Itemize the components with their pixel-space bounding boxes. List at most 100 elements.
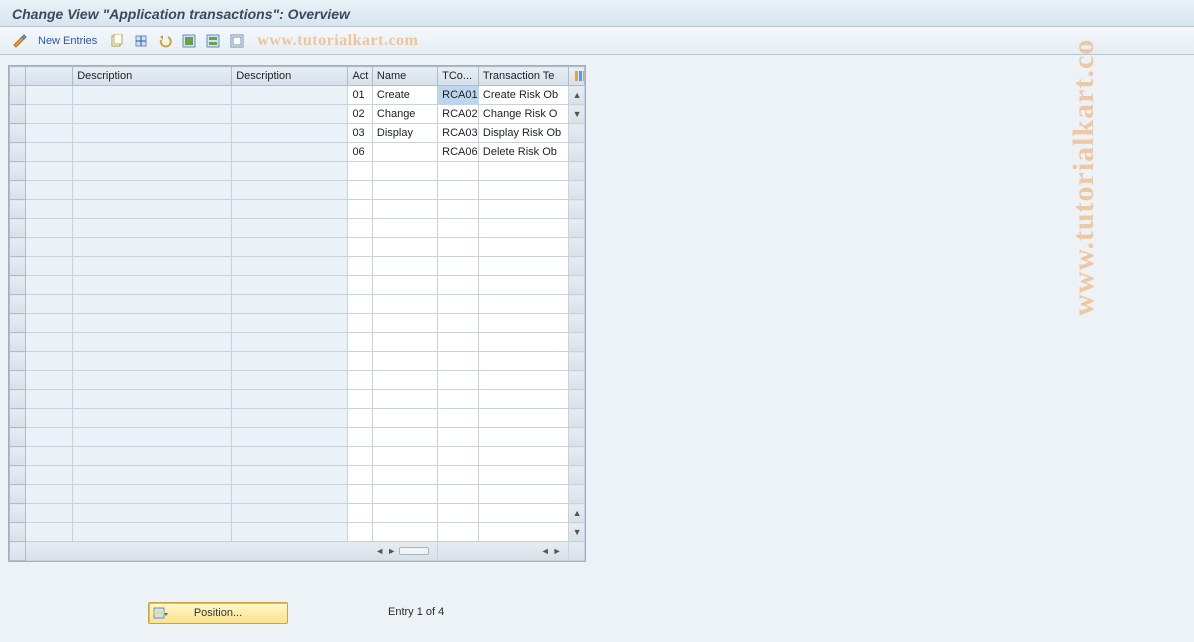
cell-blank[interactable] (26, 238, 73, 257)
cell-blank[interactable] (26, 162, 73, 181)
cell-transaction-text[interactable] (478, 371, 568, 390)
vertical-scroll-track[interactable] (568, 143, 584, 162)
cell-description-1[interactable] (73, 124, 232, 143)
cell-transaction-text[interactable]: Display Risk Ob (478, 124, 568, 143)
cell-blank[interactable] (26, 124, 73, 143)
scroll-down-icon[interactable]: ▼ (573, 528, 580, 537)
vertical-scroll-track[interactable] (568, 257, 584, 276)
cell-act[interactable] (348, 504, 372, 523)
cell-transaction-text[interactable] (478, 333, 568, 352)
cell-transaction-text[interactable] (478, 428, 568, 447)
cell-description-2[interactable] (232, 466, 348, 485)
cell-blank[interactable] (26, 466, 73, 485)
cell-description-1[interactable] (73, 276, 232, 295)
scroll-up-icon[interactable]: ▲ (573, 91, 580, 100)
cell-description-1[interactable] (73, 371, 232, 390)
cell-act[interactable]: 01 (348, 86, 372, 105)
cell-blank[interactable] (26, 333, 73, 352)
cell-act[interactable] (348, 238, 372, 257)
row-selector[interactable] (10, 200, 26, 219)
cell-description-2[interactable] (232, 105, 348, 124)
cell-transaction-text[interactable] (478, 276, 568, 295)
cell-name[interactable] (372, 447, 437, 466)
row-selector[interactable] (10, 295, 26, 314)
cell-description-1[interactable] (73, 200, 232, 219)
vertical-scroll-track[interactable] (568, 447, 584, 466)
row-selector[interactable] (10, 86, 26, 105)
cell-name[interactable] (372, 200, 437, 219)
cell-act[interactable] (348, 428, 372, 447)
cell-description-1[interactable] (73, 295, 232, 314)
cell-description-1[interactable] (73, 523, 232, 542)
cell-transaction-text[interactable] (478, 523, 568, 542)
cell-tcode[interactable] (438, 314, 479, 333)
vertical-scroll-track[interactable] (568, 181, 584, 200)
scroll-down-icon[interactable]: ▼ (573, 110, 580, 119)
row-selector[interactable] (10, 333, 26, 352)
cell-tcode[interactable] (438, 352, 479, 371)
copy-as-button[interactable] (107, 31, 127, 51)
cell-act[interactable] (348, 295, 372, 314)
cell-name[interactable] (372, 238, 437, 257)
cell-act[interactable] (348, 523, 372, 542)
cell-transaction-text[interactable] (478, 219, 568, 238)
cell-description-1[interactable] (73, 181, 232, 200)
header-select-all[interactable] (10, 67, 26, 86)
row-selector[interactable] (10, 105, 26, 124)
cell-tcode[interactable] (438, 390, 479, 409)
cell-transaction-text[interactable] (478, 466, 568, 485)
cell-name[interactable] (372, 333, 437, 352)
cell-name[interactable]: Create (372, 86, 437, 105)
cell-act[interactable] (348, 276, 372, 295)
cell-description-1[interactable] (73, 86, 232, 105)
cell-description-1[interactable] (73, 219, 232, 238)
row-selector[interactable] (10, 428, 26, 447)
vertical-scroll-track[interactable]: ▲ (568, 86, 584, 105)
row-selector[interactable] (10, 257, 26, 276)
cell-tcode[interactable] (438, 523, 479, 542)
cell-act[interactable]: 03 (348, 124, 372, 143)
cell-tcode[interactable] (438, 409, 479, 428)
cell-transaction-text[interactable] (478, 162, 568, 181)
cell-blank[interactable] (26, 181, 73, 200)
cell-tcode[interactable] (438, 181, 479, 200)
col-blank[interactable] (26, 67, 73, 86)
cell-tcode[interactable] (438, 504, 479, 523)
cell-act[interactable] (348, 409, 372, 428)
cell-transaction-text[interactable] (478, 409, 568, 428)
cell-description-2[interactable] (232, 200, 348, 219)
cell-tcode[interactable] (438, 428, 479, 447)
row-selector[interactable] (10, 447, 26, 466)
cell-blank[interactable] (26, 86, 73, 105)
cell-transaction-text[interactable] (478, 295, 568, 314)
cell-description-1[interactable] (73, 257, 232, 276)
row-selector[interactable] (10, 485, 26, 504)
cell-blank[interactable] (26, 314, 73, 333)
scroll-left-icon[interactable]: ◄ (375, 546, 384, 556)
new-entries-button[interactable]: New Entries (34, 35, 103, 47)
cell-tcode[interactable] (438, 295, 479, 314)
cell-tcode[interactable] (438, 219, 479, 238)
vertical-scroll-track[interactable] (568, 200, 584, 219)
cell-transaction-text[interactable] (478, 181, 568, 200)
cell-transaction-text[interactable] (478, 390, 568, 409)
cell-blank[interactable] (26, 105, 73, 124)
vertical-scroll-track[interactable]: ▲ (568, 504, 584, 523)
cell-description-2[interactable] (232, 295, 348, 314)
cell-description-1[interactable] (73, 485, 232, 504)
cell-blank[interactable] (26, 352, 73, 371)
cell-description-1[interactable] (73, 162, 232, 181)
select-block-button[interactable] (203, 31, 223, 51)
cell-description-1[interactable] (73, 409, 232, 428)
cell-description-2[interactable] (232, 314, 348, 333)
row-selector[interactable] (10, 390, 26, 409)
col-transaction-text[interactable]: Transaction Te (478, 67, 568, 86)
hscroll-right[interactable]: ◄► (438, 542, 568, 561)
scroll-right-icon[interactable]: ► (553, 546, 562, 556)
vertical-scroll-track[interactable] (568, 409, 584, 428)
cell-description-2[interactable] (232, 428, 348, 447)
cell-description-1[interactable] (73, 314, 232, 333)
cell-name[interactable] (372, 371, 437, 390)
vertical-scroll-track[interactable] (568, 314, 584, 333)
cell-act[interactable] (348, 162, 372, 181)
